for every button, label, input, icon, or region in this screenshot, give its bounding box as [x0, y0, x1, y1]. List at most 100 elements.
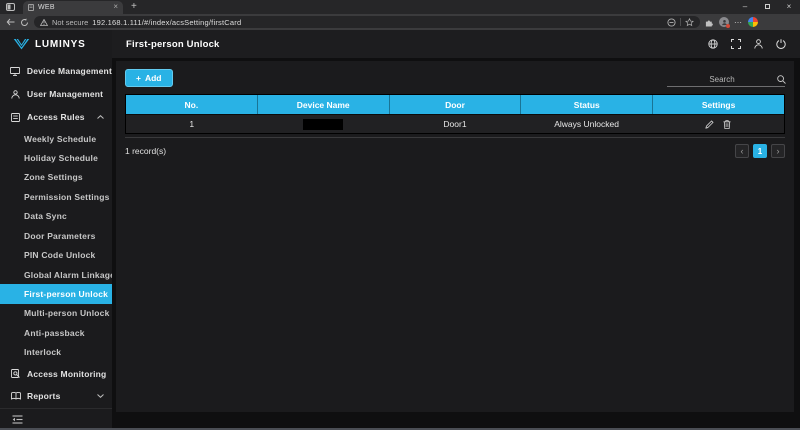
- add-button-label: Add: [145, 73, 162, 83]
- device-management-icon: [10, 67, 21, 76]
- delete-trash-icon[interactable]: [723, 120, 731, 129]
- extensions-puzzle-icon[interactable]: [705, 18, 714, 27]
- url-text: 192.168.1.111/#/index/acsSetting/firstCa…: [92, 18, 663, 27]
- sidebar-item-multi-person-unlock[interactable]: Multi-person Unlock: [0, 304, 112, 323]
- language-globe-icon[interactable]: [708, 39, 718, 49]
- sidebar-item-pin-code-unlock[interactable]: PIN Code Unlock: [0, 245, 112, 264]
- sidebar-item-first-person-unlock[interactable]: First-person Unlock: [0, 284, 112, 303]
- browser-toolbar: Not secure 192.168.1.111/#/index/acsSett…: [0, 14, 800, 30]
- cell-door: Door1: [389, 115, 521, 133]
- sidebar-item-zone-settings[interactable]: Zone Settings: [0, 168, 112, 187]
- app-header: First-person Unlock: [112, 30, 800, 58]
- not-secure-label: Not secure: [52, 18, 88, 27]
- browser-menu-icon[interactable]: ⋯: [734, 18, 743, 27]
- browser-tab[interactable]: WEB ×: [23, 1, 123, 14]
- window-maximize-button[interactable]: [756, 0, 778, 14]
- cell-no: 1: [126, 115, 258, 133]
- sidebar-item-label: Device Management: [27, 66, 112, 76]
- browser-tab-strip: WEB × + – ×: [0, 0, 800, 14]
- sidebar-item-anti-passback[interactable]: Anti-passback: [0, 323, 112, 342]
- column-header-status: Status: [521, 95, 653, 114]
- records-table: No. Device Name Door Status Settings 1 D…: [125, 94, 785, 134]
- sidebar-item-access-rules[interactable]: Access Rules: [0, 106, 112, 129]
- sidebar-item-device-management[interactable]: Device Management: [0, 60, 112, 83]
- pagination-prev-button[interactable]: ‹: [735, 144, 749, 158]
- chevron-down-icon: [97, 394, 104, 398]
- search-field: [667, 75, 785, 87]
- address-bar[interactable]: Not secure 192.168.1.111/#/index/acsSett…: [34, 16, 700, 28]
- sidebar-item-interlock[interactable]: Interlock: [0, 343, 112, 362]
- window-controls: – ×: [734, 0, 800, 14]
- access-monitoring-icon: [10, 369, 21, 378]
- tab-title: WEB: [38, 4, 109, 11]
- sidebar-item-label: Access Rules: [27, 112, 85, 122]
- column-header-door: Door: [390, 95, 522, 114]
- user-management-icon: [10, 90, 21, 99]
- sidebar-item-permission-settings[interactable]: Permission Settings: [0, 187, 112, 206]
- chrome-profile-icon[interactable]: [748, 17, 758, 27]
- sidebar-footer: [0, 408, 112, 430]
- add-button[interactable]: + Add: [125, 69, 173, 87]
- main-area: First-person Unlock: [112, 30, 800, 430]
- sidebar-item-door-parameters[interactable]: Door Parameters: [0, 226, 112, 245]
- table-footer: 1 record(s) ‹ 1 ›: [125, 144, 785, 158]
- column-header-no: No.: [126, 95, 258, 114]
- reload-icon[interactable]: [20, 18, 29, 27]
- sidebar-item-global-alarm-linkage[interactable]: Global Alarm Linkage: [0, 265, 112, 284]
- pagination-next-button[interactable]: ›: [771, 144, 785, 158]
- collapse-sidebar-icon[interactable]: [12, 415, 23, 424]
- back-icon[interactable]: [6, 18, 15, 26]
- plus-icon: +: [136, 73, 141, 83]
- sidebar-item-label: User Management: [27, 89, 103, 99]
- chevron-up-icon: [97, 115, 104, 119]
- cell-status: Always Unlocked: [521, 115, 653, 133]
- tab-favicon-icon: [28, 4, 34, 11]
- pagination-page-1[interactable]: 1: [753, 144, 767, 158]
- sidebar-item-reports[interactable]: Reports: [0, 385, 112, 408]
- search-icon[interactable]: [777, 75, 786, 84]
- window-minimize-button[interactable]: –: [734, 0, 756, 14]
- pagination: ‹ 1 ›: [735, 144, 785, 158]
- sidebar-item-user-management[interactable]: User Management: [0, 83, 112, 106]
- sidebar: LUMINYS Device Management User Managemen…: [0, 30, 112, 430]
- column-header-device-name: Device Name: [258, 95, 390, 114]
- edit-icon[interactable]: [705, 120, 714, 129]
- redacted-device-name: [303, 119, 343, 130]
- bookmark-star-icon[interactable]: [685, 18, 694, 27]
- avatar-notification-badge: [726, 24, 730, 28]
- column-header-settings: Settings: [653, 95, 784, 114]
- header-icons: [708, 39, 786, 49]
- app-window: LUMINYS Device Management User Managemen…: [0, 30, 800, 430]
- power-logout-icon[interactable]: [776, 39, 786, 49]
- page-title: First-person Unlock: [126, 39, 220, 50]
- brand-logo: LUMINYS: [0, 30, 112, 58]
- tab-close-icon[interactable]: ×: [113, 3, 118, 11]
- access-rules-icon: [10, 113, 21, 122]
- luminys-logo-icon: [13, 38, 30, 50]
- sidebar-item-holiday-schedule[interactable]: Holiday Schedule: [0, 148, 112, 167]
- tab-layout-icon[interactable]: [3, 1, 17, 13]
- reports-icon: [10, 392, 21, 400]
- screen: WEB × + – × Not secure 192.168.1.111/#/i…: [0, 0, 800, 430]
- table-row: 1 Door1 Always Unlocked: [126, 114, 784, 133]
- table-underline: [125, 137, 785, 138]
- brand-name: LUMINYS: [35, 39, 86, 50]
- cell-settings: [652, 115, 784, 133]
- sidebar-item-weekly-schedule[interactable]: Weekly Schedule: [0, 129, 112, 148]
- content-toolbar: + Add: [125, 69, 785, 87]
- sidebar-menu: Device Management User Management Access…: [0, 58, 112, 408]
- blocked-content-icon[interactable]: [667, 18, 676, 27]
- fullscreen-icon[interactable]: [731, 39, 741, 49]
- window-close-button[interactable]: ×: [778, 0, 800, 14]
- table-header-row: No. Device Name Door Status Settings: [126, 95, 784, 114]
- sidebar-item-access-monitoring[interactable]: Access Monitoring: [0, 362, 112, 385]
- cell-device-name: [258, 115, 390, 133]
- maximize-icon: [765, 4, 770, 9]
- search-input[interactable]: [667, 75, 777, 84]
- browser-profile-avatar[interactable]: [719, 17, 729, 27]
- user-account-icon[interactable]: [754, 39, 763, 49]
- new-tab-button[interactable]: +: [131, 2, 137, 12]
- record-count: 1 record(s): [125, 146, 166, 156]
- sidebar-item-data-sync[interactable]: Data Sync: [0, 207, 112, 226]
- content-panel: + Add No. Device Name Door: [116, 61, 794, 412]
